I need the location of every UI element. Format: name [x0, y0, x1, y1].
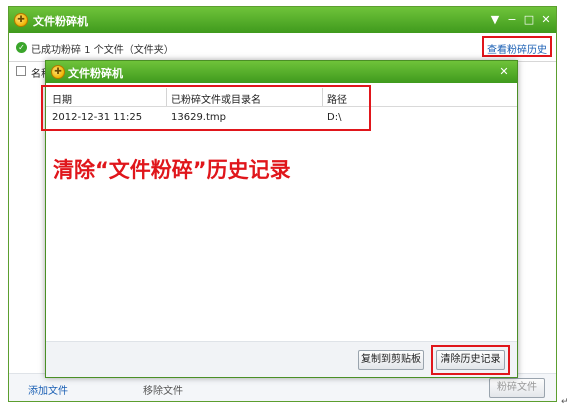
- minimize-icon[interactable]: −: [504, 12, 520, 28]
- success-check-icon: ✓: [16, 42, 27, 53]
- copy-to-clipboard-button[interactable]: 复制到剪贴板: [358, 350, 424, 370]
- remove-file-link[interactable]: 移除文件: [143, 382, 183, 397]
- window-titlebar[interactable]: ✚ 文件粉碎机 ▼ − □ ✕: [9, 7, 556, 33]
- close-icon[interactable]: ✕: [538, 12, 554, 28]
- select-all-checkbox[interactable]: [16, 66, 26, 76]
- dialog-logo-icon: ✚: [51, 65, 65, 79]
- app-logo-icon: ✚: [14, 13, 28, 27]
- table-highlight: [41, 85, 371, 131]
- maximize-icon[interactable]: □: [521, 12, 537, 28]
- view-history-link[interactable]: 查看粉碎历史: [487, 41, 547, 56]
- dialog-close-icon[interactable]: ✕: [496, 64, 512, 80]
- status-text: 已成功粉碎 1 个文件（文件夹）: [31, 45, 174, 56]
- history-dialog: ✚ 文件粉碎机 ✕ 日期 已粉碎文件或目录名 路径 2012-12-31 11:…: [41, 60, 518, 378]
- status-row: ✓ 已成功粉碎 1 个文件（文件夹） 查看粉碎历史: [9, 33, 556, 61]
- clear-history-button[interactable]: 清除历史记录: [436, 350, 505, 370]
- dialog-title: 文件粉碎机: [68, 67, 123, 80]
- annotation-text: 清除“文件粉碎”历史记录: [53, 158, 291, 182]
- corner-mark: ↵: [561, 397, 569, 407]
- dialog-titlebar[interactable]: ✚ 文件粉碎机 ✕: [46, 61, 517, 83]
- menu-icon[interactable]: ▼: [487, 12, 503, 28]
- shred-file-button[interactable]: 粉碎文件: [489, 378, 545, 398]
- add-file-link[interactable]: 添加文件: [28, 382, 68, 397]
- window-title: 文件粉碎机: [33, 15, 88, 28]
- dialog-footer: 复制到剪贴板 清除历史记录: [46, 341, 517, 377]
